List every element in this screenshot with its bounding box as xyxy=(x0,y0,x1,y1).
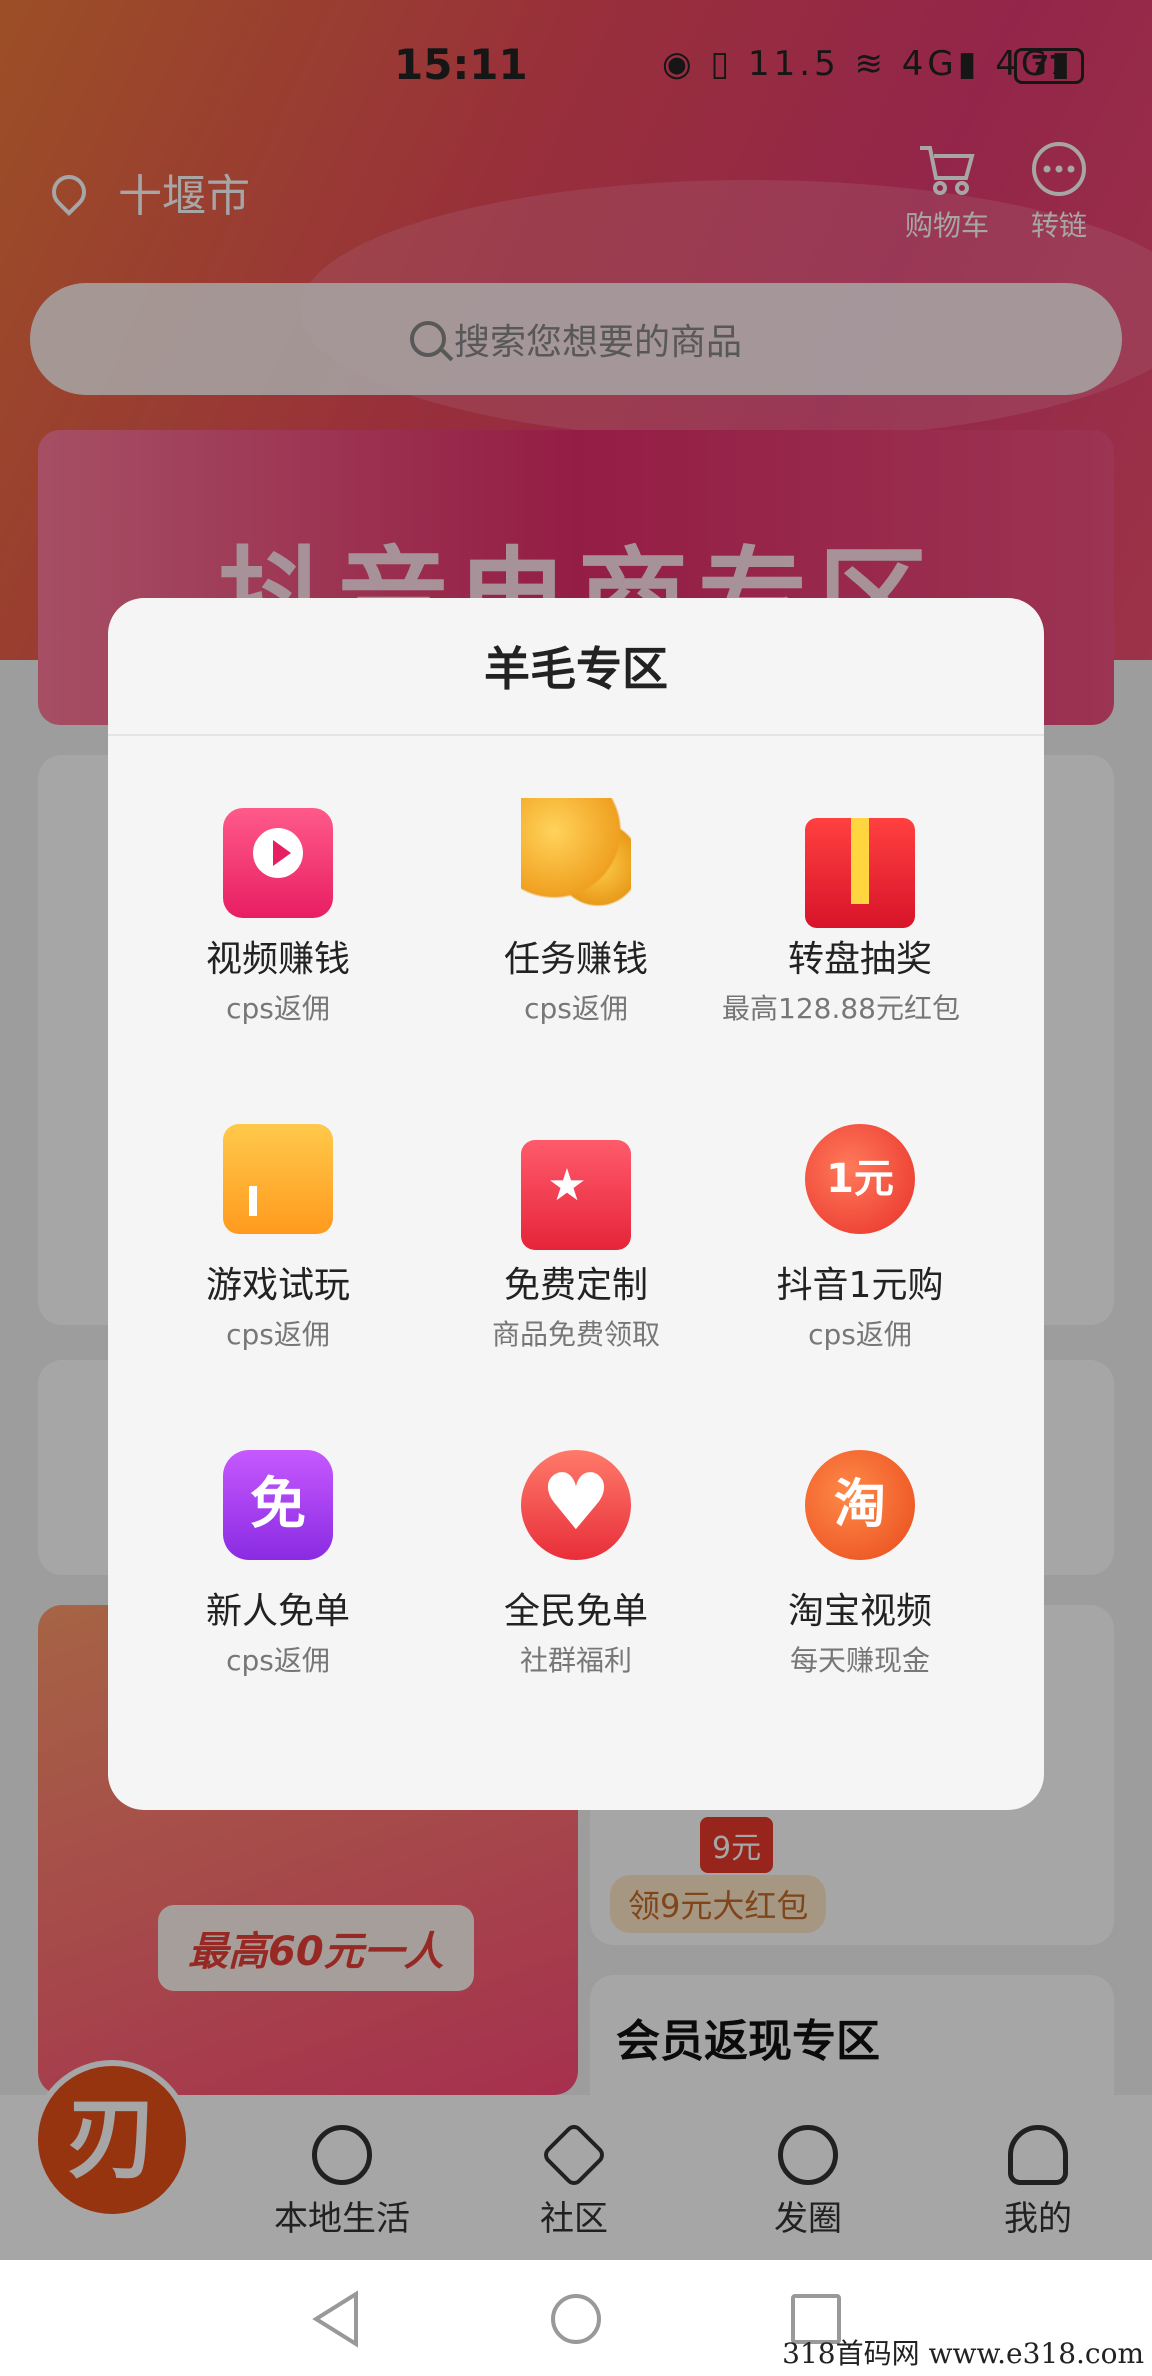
item-name: 新人免单 xyxy=(205,1591,350,1632)
item-name: 淘宝视频 xyxy=(787,1591,932,1632)
item-video-earn[interactable]: 视频赚钱 cps返佣 xyxy=(128,798,428,1026)
item-name: 免费定制 xyxy=(503,1265,648,1306)
video-tv-icon xyxy=(223,808,333,918)
wool-zone-modal: 羊毛专区 视频赚钱 cps返佣 任务赚钱 cps返佣 转盘抽奖 最高128.88… xyxy=(108,598,1044,1810)
item-sub: cps返佣 xyxy=(226,1318,330,1351)
item-name: 视频赚钱 xyxy=(205,939,350,980)
item-free-custom[interactable]: 免费定制 商品免费领取 xyxy=(426,1124,726,1352)
item-sub: cps返佣 xyxy=(808,1318,912,1351)
item-game-trial[interactable]: 游戏试玩 cps返佣 xyxy=(128,1124,428,1352)
watermark: 318首码网 www.e318.com xyxy=(782,2337,1144,2370)
one-yuan-icon: 1元 xyxy=(805,1124,915,1234)
item-name: 抖音1元购 xyxy=(776,1265,944,1306)
heart-icon xyxy=(521,1450,631,1560)
item-wheel-lottery[interactable]: 转盘抽奖 最高128.88元红包 xyxy=(710,798,1010,1026)
item-name: 转盘抽奖 xyxy=(787,939,932,980)
item-task-earn[interactable]: 任务赚钱 cps返佣 xyxy=(426,798,726,1026)
free-badge-icon: 免 xyxy=(223,1450,333,1560)
item-douyin-one-yuan[interactable]: 1元 抖音1元购 cps返佣 xyxy=(710,1124,1010,1352)
item-newcomer-free[interactable]: 免 新人免单 cps返佣 xyxy=(128,1450,428,1678)
shop-icon xyxy=(223,1124,333,1234)
item-sub: cps返佣 xyxy=(226,1644,330,1677)
item-name: 任务赚钱 xyxy=(503,939,648,980)
gold-coins-icon xyxy=(521,798,631,908)
item-sub: 社群福利 xyxy=(519,1644,632,1677)
shopping-bag-icon xyxy=(521,1140,631,1250)
item-sub: 最高128.88元红包 xyxy=(722,992,960,1025)
taobao-icon: 淘 xyxy=(805,1450,915,1560)
item-all-free[interactable]: 全民免单 社群福利 xyxy=(426,1450,726,1678)
item-sub: cps返佣 xyxy=(226,992,330,1025)
back-icon[interactable] xyxy=(308,2290,362,2348)
item-sub: 商品免费领取 xyxy=(491,1318,660,1351)
gift-box-icon xyxy=(805,818,915,928)
item-taobao-video[interactable]: 淘 淘宝视频 每天赚现金 xyxy=(710,1450,1010,1678)
item-name: 全民免单 xyxy=(503,1591,648,1632)
home-icon[interactable] xyxy=(551,2294,601,2344)
item-sub: cps返佣 xyxy=(524,992,628,1025)
modal-title: 羊毛专区 xyxy=(108,598,1044,736)
item-name: 游戏试玩 xyxy=(205,1265,350,1306)
item-sub: 每天赚现金 xyxy=(789,1644,930,1677)
system-nav: 318首码网 www.e318.com xyxy=(0,2260,1152,2376)
